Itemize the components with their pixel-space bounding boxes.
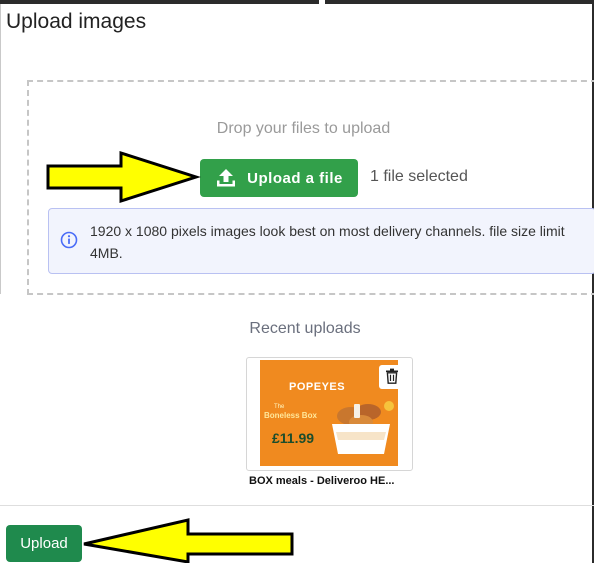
recent-uploads-title: Recent uploads — [249, 320, 361, 337]
file-selected-status: 1 file selected — [370, 168, 468, 185]
thumbnail-brand-text: POPEYES — [289, 381, 346, 393]
info-icon — [60, 231, 78, 249]
dropzone-instruction: Drop your files to upload — [216, 120, 391, 137]
dialog-title: Upload images — [6, 10, 147, 33]
delete-upload-button[interactable] — [379, 365, 405, 389]
upload-submit-button[interactable]: Upload — [6, 525, 82, 562]
annotation-arrow-icon-bottom — [83, 518, 294, 563]
info-banner: 1920 x 1080 pixels images look best on m… — [48, 208, 594, 274]
window-left-edge — [0, 4, 1, 294]
footer-divider — [0, 505, 594, 506]
recent-upload-caption: BOX meals - Deliveroo HE... — [249, 475, 395, 487]
upload-icon — [215, 168, 237, 188]
upload-file-button[interactable]: Upload a file — [200, 159, 358, 197]
annotation-arrow-icon-top — [46, 150, 201, 204]
thumbnail-product-name: Boneless Box — [264, 411, 317, 420]
thumbnail-price: £11.99 — [272, 430, 315, 446]
thumbnail-product-prefix: The — [274, 404, 285, 410]
window-top-border — [0, 0, 594, 4]
food-box-illustration — [332, 401, 394, 454]
upload-file-label: Upload a file — [247, 169, 343, 187]
recent-upload-thumbnail[interactable]: POPEYES The Boneless Box £11.99 — [260, 360, 398, 466]
info-text: 1920 x 1080 pixels images look best on m… — [90, 223, 565, 261]
recent-upload-card[interactable]: POPEYES The Boneless Box £11.99 — [246, 357, 413, 471]
trash-icon — [385, 368, 399, 387]
window-top-notch — [319, 0, 325, 4]
